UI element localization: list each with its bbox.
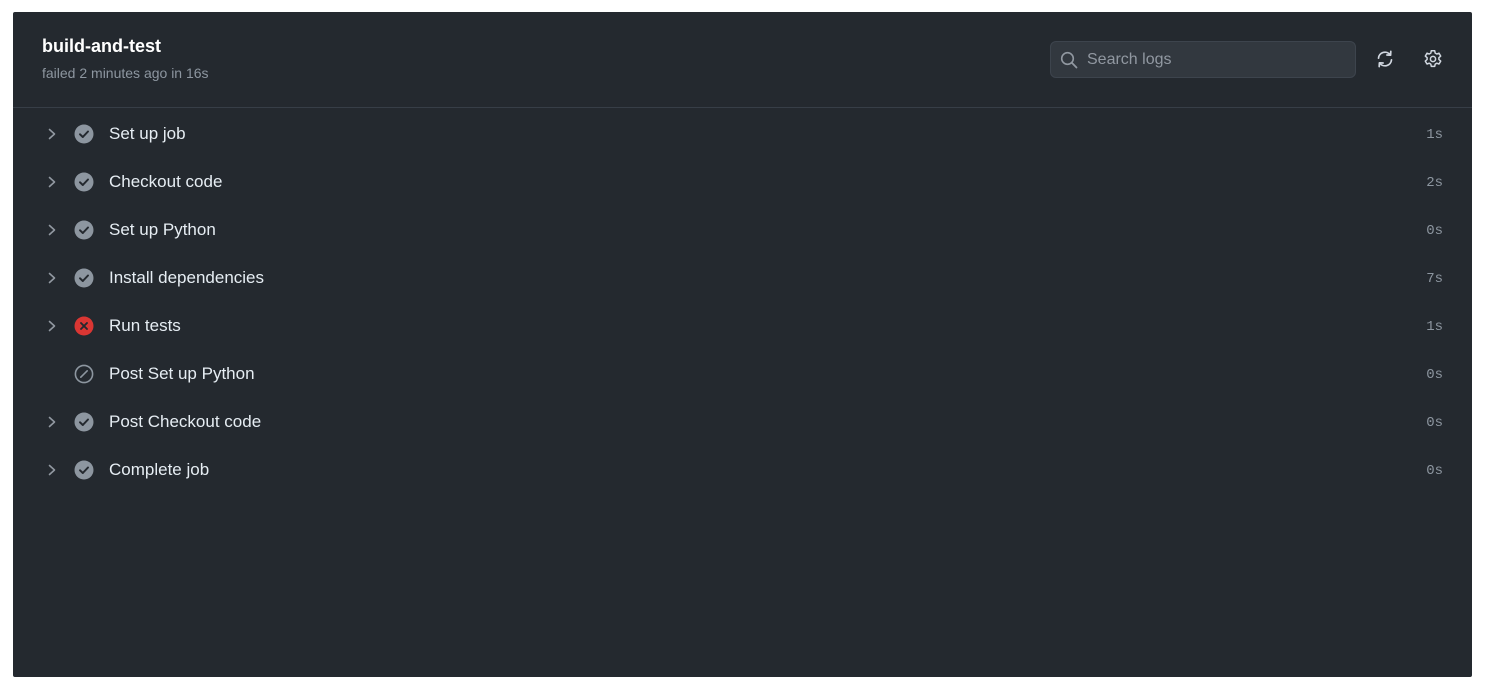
step-name: Install dependencies (109, 268, 265, 287)
job-header: build-and-test failed 2 minutes ago in 1… (13, 12, 1472, 108)
step-duration: 0s (1426, 415, 1443, 431)
chevron-right-icon[interactable] (45, 271, 59, 285)
chevron-right-icon[interactable] (45, 175, 59, 189)
steps-list: Set up job 1s Checkout code 2s Set up Py… (13, 108, 1472, 494)
step-row-set-up-python[interactable]: Set up Python 0s (13, 206, 1472, 254)
skip-circle-icon (74, 364, 94, 384)
search-icon (1060, 51, 1078, 69)
step-row-post-checkout-code[interactable]: Post Checkout code 0s (13, 398, 1472, 446)
step-row-checkout-code[interactable]: Checkout code 2s (13, 158, 1472, 206)
settings-button[interactable] (1419, 45, 1447, 73)
chevron-right-icon[interactable] (45, 319, 59, 333)
step-name: Post Checkout code (109, 412, 262, 431)
step-name: Run tests (109, 316, 181, 335)
step-name: Set up job (109, 124, 186, 143)
gear-icon (1424, 50, 1442, 68)
search-logs-box[interactable] (1050, 41, 1356, 78)
step-duration: 7s (1426, 271, 1443, 287)
step-name: Complete job (109, 460, 210, 479)
check-circle-icon (74, 172, 94, 192)
check-circle-icon (74, 124, 94, 144)
step-name: Post Set up Python (109, 364, 255, 383)
refresh-button[interactable] (1371, 45, 1399, 73)
search-logs-input[interactable] (1087, 42, 1349, 77)
step-duration: 0s (1426, 463, 1443, 479)
step-row-set-up-job[interactable]: Set up job 1s (13, 110, 1472, 158)
refresh-icon (1377, 50, 1393, 68)
x-circle-icon (74, 316, 94, 336)
job-status-summary: failed 2 minutes ago in 16s (42, 65, 209, 81)
chevron-right-icon[interactable] (45, 223, 59, 237)
job-log-panel: build-and-test failed 2 minutes ago in 1… (13, 12, 1472, 677)
chevron-right-icon[interactable] (45, 415, 59, 429)
step-name: Set up Python (109, 220, 216, 239)
step-name: Checkout code (109, 172, 223, 191)
chevron-right-icon[interactable] (45, 463, 59, 477)
check-circle-icon (74, 412, 94, 432)
check-circle-icon (74, 460, 94, 480)
step-row-complete-job[interactable]: Complete job 0s (13, 446, 1472, 494)
step-duration: 0s (1426, 223, 1443, 239)
step-duration: 1s (1426, 127, 1443, 143)
step-duration: 0s (1426, 367, 1443, 383)
step-duration: 2s (1426, 175, 1443, 191)
check-circle-icon (74, 220, 94, 240)
job-title: build-and-test (42, 36, 161, 56)
step-row-run-tests[interactable]: Run tests 1s (13, 302, 1472, 350)
step-duration: 1s (1426, 319, 1443, 335)
step-row-install-dependencies[interactable]: Install dependencies 7s (13, 254, 1472, 302)
chevron-right-icon[interactable] (45, 127, 59, 141)
step-row-post-set-up-python[interactable]: Post Set up Python 0s (13, 350, 1472, 398)
check-circle-icon (74, 268, 94, 288)
